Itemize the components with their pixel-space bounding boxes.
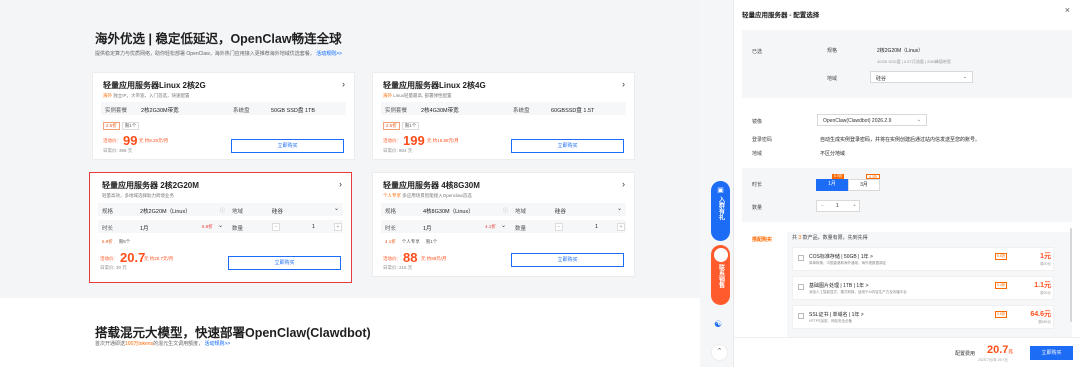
buy-button[interactable]: 立即购买 — [511, 139, 624, 153]
period-block: 时长 1月 6.9折 3月 4.3折 数量 − 1 + — [742, 168, 1072, 222]
image-select[interactable]: OpenClaw(Clawdbot) 2026.2.9 ⌄ — [817, 114, 927, 126]
price: 199 — [403, 133, 425, 148]
chevron-right-icon[interactable]: › — [622, 79, 625, 89]
buy-button[interactable]: 立即购买 — [511, 253, 624, 267]
close-icon[interactable]: × — [1065, 5, 1070, 15]
rules-link-2[interactable]: 活动规则>> — [205, 341, 231, 347]
qty-minus-button: − — [555, 222, 563, 231]
spec-row: 实例套餐 2核4G30M带宽 系统盘 60GBSSD盘 1.5T — [381, 102, 626, 115]
discount-badges: 4.1折 个人专享 限1个 — [385, 239, 438, 244]
chevron-right-icon[interactable]: › — [342, 79, 345, 89]
price: 20.7 — [120, 250, 146, 265]
region-select[interactable]: 硅谷 ⌄ — [870, 71, 973, 83]
buy-button[interactable]: 立即购买 — [228, 256, 341, 270]
drawer-title: 轻量应用服务器 - 配置选择 — [742, 12, 820, 19]
selected-summary: 已选 规格 2核2G20M（Linux） 40GB SSD盘 | 0.5T月流量… — [742, 30, 1072, 98]
overseas-section: 海外优选 | 稳定低延迟，OpenClaw畅连全球 提供稳定算力与优质网络，助你… — [0, 0, 700, 296]
drawer-footer: 配置费用 20.7元 2025.7元/年 29.7元 立即购买 — [734, 337, 1080, 367]
checkbox — [798, 284, 804, 290]
period-qty-row[interactable]: 时长 1月 4.1折 ⌄ 数量 − 1 + — [381, 220, 626, 233]
avatar — [713, 248, 728, 262]
card-desc: 个人专享 多应用场景智能接入Openclaw首选 — [383, 193, 472, 198]
checkbox — [798, 313, 804, 319]
quantity-stepper[interactable]: − 1 + — [816, 200, 860, 212]
buy-now-button[interactable]: 立即购买 — [1030, 346, 1073, 360]
discount-badges: 2.5折 限1个 — [103, 122, 140, 130]
info-icon: ⓘ — [220, 207, 226, 214]
rules-link[interactable]: 活动规则>> — [316, 51, 342, 57]
addon-block: 搭配购买 共 3 款产品，数量有限，先到先得 COS标准存储 | 50GB | … — [742, 228, 1072, 361]
price: 99 — [123, 133, 138, 148]
spec-select-row[interactable]: 规格 2核2G20M（Linux） ⓘ 地域 硅谷 ⌄ — [98, 203, 343, 216]
section-title: 海外优选 | 稳定低延迟，OpenClaw畅连全球 — [95, 32, 342, 46]
config-drawer: 轻量应用服务器 - 配置选择 × 已选 规格 2核2G20M（Linux） 40… — [733, 0, 1080, 367]
card-desc: 海外 Linux轻量最高, 部署弹性配置 — [383, 93, 452, 98]
spec-row: 实例套餐 2核2G30M带宽 系统盘 50GB SSD盘 1TB — [101, 102, 346, 115]
qty-minus-button: − — [821, 203, 824, 209]
section2-subtitle: 首次开通即送100万tokens的混元生文调用额度， 活动规则>> — [95, 341, 231, 347]
total-price: 20.7元 — [987, 344, 1013, 356]
scroll-top-button[interactable]: ⌃ — [711, 344, 728, 361]
chat-icon: ▣ — [717, 187, 724, 194]
discount-badges: 6.9折 限5个 — [102, 239, 131, 244]
section2-title: 搭载混元大模型，快速部署OpenClaw(Clawdbot) — [95, 326, 371, 340]
chevron-right-icon[interactable]: › — [339, 179, 342, 189]
fee-label: 配置费用 — [955, 351, 976, 357]
main-page: 海外优选 | 稳定低延迟，OpenClaw畅连全球 提供稳定算力与优质网络，助你… — [0, 0, 700, 367]
period-qty-row[interactable]: 时长 1月 6.9折 ⌄ 数量 − 1 + — [98, 220, 343, 233]
buy-button[interactable]: 立即购买 — [231, 139, 344, 153]
chevron-down-icon: ⌄ — [334, 206, 340, 212]
product-card-2c2g20m: 轻量应用服务器 2核2G20M › 轻量高效，多地域选择助力跨境业务 规格 2核… — [89, 172, 352, 283]
support-icon[interactable]: ☯ — [714, 319, 726, 331]
addon-item[interactable]: 基础图片处理 | 1TB | 1年 > 添加人工智能显式、格式转换，适用于AI内… — [792, 276, 1054, 300]
checkbox — [798, 255, 804, 261]
qty-plus-button: + — [853, 203, 856, 209]
chevron-down-icon: ⌄ — [916, 117, 921, 123]
product-card-4c8g: 轻量应用服务器 4核8G30M › 个人专享 多应用场景智能接入Openclaw… — [372, 172, 635, 277]
card-title: 轻量应用服务器 2核2G20M — [102, 181, 199, 190]
spec-select-row[interactable]: 规格 4核8G30M（Linux） ⓘ 地域 硅谷 ⌄ — [381, 203, 626, 216]
card-desc: 海外 独立IP，大带宽，入门首选，快速配置 — [103, 93, 190, 98]
period-3m-button[interactable]: 3月 — [848, 179, 880, 191]
card-desc: 轻量高效，多地域选择助力跨境业务 — [102, 193, 174, 198]
qty-minus-button: − — [272, 222, 280, 231]
info-icon: ⓘ — [503, 207, 509, 214]
card-title: 轻量应用服务器Linux 2核2G — [103, 81, 206, 90]
chevron-down-icon: ⌄ — [501, 223, 507, 229]
card-title: 轻量应用服务器 4核8G30M — [383, 181, 480, 190]
addon-item[interactable]: SSL证书 | 单域名 | 1年 > HTTPS加密，网站安全必备 0.9折 6… — [792, 305, 1054, 329]
scrollbar[interactable] — [1070, 228, 1072, 322]
contact-sales-button[interactable]: 联系销售 — [711, 245, 730, 305]
join-group-button[interactable]: ▣ 入群有礼 — [711, 181, 730, 241]
discount-badges: 2.5折 限1个 — [383, 122, 420, 130]
chevron-down-icon: ⌄ — [218, 223, 224, 229]
section-subtitle: 提供稳定算力与优质网络，助你轻松部署 OpenClaw，海外热门应用接入更推荐海… — [95, 51, 342, 57]
qty-plus-button: + — [334, 222, 342, 231]
product-card-2c4g: 轻量应用服务器Linux 2核4G › 海外 Linux轻量最高, 部署弹性配置… — [372, 72, 635, 160]
chevron-down-icon: ⌄ — [962, 74, 967, 80]
image-block: 镜像 OpenClaw(Clawdbot) 2026.2.9 ⌄ 登录密码 自动生… — [742, 108, 1072, 164]
qty-plus-button: + — [617, 222, 625, 231]
card-title: 轻量应用服务器Linux 2核4G — [383, 81, 486, 90]
chevron-down-icon: ⌄ — [617, 206, 623, 212]
period-1m-button[interactable]: 1月 — [816, 179, 848, 191]
chevron-right-icon[interactable]: › — [622, 179, 625, 189]
addon-item[interactable]: COS标准存储 | 50GB | 1年 > 简单转换、中国香港和海外通用，海外视… — [792, 247, 1054, 271]
price: 88 — [403, 250, 418, 265]
product-card-2c2g: 轻量应用服务器Linux 2核2G › 海外 独立IP，大带宽，入门首选，快速配… — [92, 72, 355, 160]
